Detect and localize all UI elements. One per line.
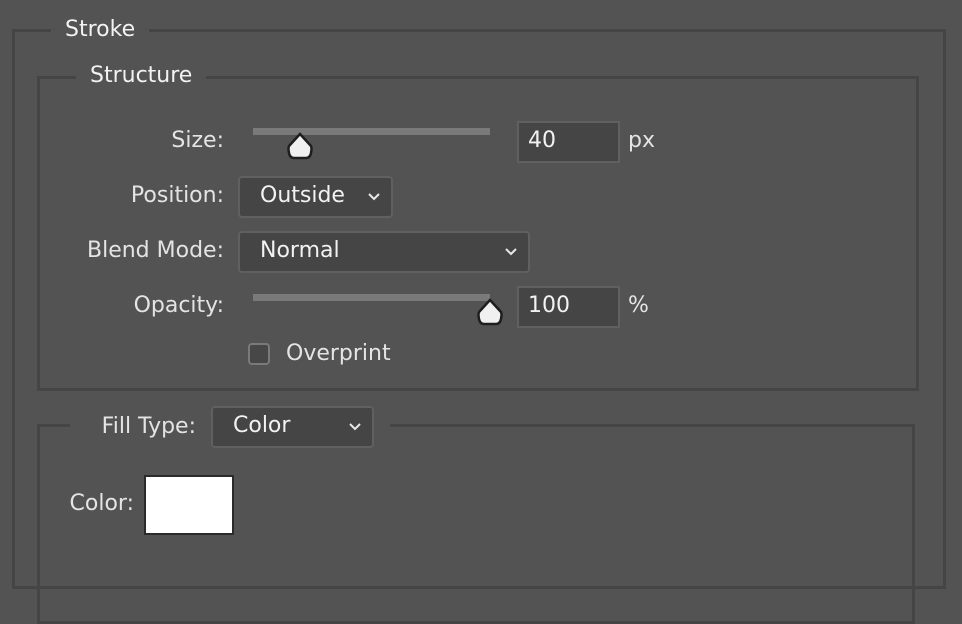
fill-type-dropdown[interactable]: Color — [211, 406, 374, 448]
color-swatch[interactable] — [144, 475, 234, 535]
color-label: Color: — [69, 491, 134, 516]
size-slider-thumb-icon[interactable] — [285, 131, 315, 161]
fill-type-selected: Color — [233, 413, 291, 438]
chevron-down-icon — [368, 193, 380, 201]
opacity-input[interactable]: 100 — [517, 286, 620, 328]
stroke-group-title: Stroke — [51, 15, 150, 45]
blend-mode-selected: Normal — [260, 238, 340, 263]
blend-mode-label: Blend Mode: — [87, 238, 224, 263]
position-selected: Outside — [260, 183, 345, 208]
opacity-label: Opacity: — [133, 293, 224, 318]
chevron-down-icon — [349, 423, 361, 431]
structure-group-title: Structure — [76, 61, 207, 91]
position-label: Position: — [130, 183, 224, 208]
blend-mode-dropdown[interactable]: Normal — [238, 231, 530, 273]
opacity-unit: % — [628, 293, 649, 318]
size-label: Size: — [171, 128, 224, 153]
overprint-checkbox[interactable] — [248, 343, 270, 365]
position-dropdown[interactable]: Outside — [238, 176, 393, 218]
opacity-slider-thumb-icon[interactable] — [475, 297, 505, 327]
opacity-slider-track[interactable] — [253, 294, 490, 301]
size-unit: px — [628, 128, 655, 153]
size-input[interactable]: 40 — [517, 121, 620, 163]
chevron-down-icon — [505, 248, 517, 256]
fill-type-label: Fill Type: — [101, 414, 196, 439]
overprint-label[interactable]: Overprint — [286, 339, 391, 369]
